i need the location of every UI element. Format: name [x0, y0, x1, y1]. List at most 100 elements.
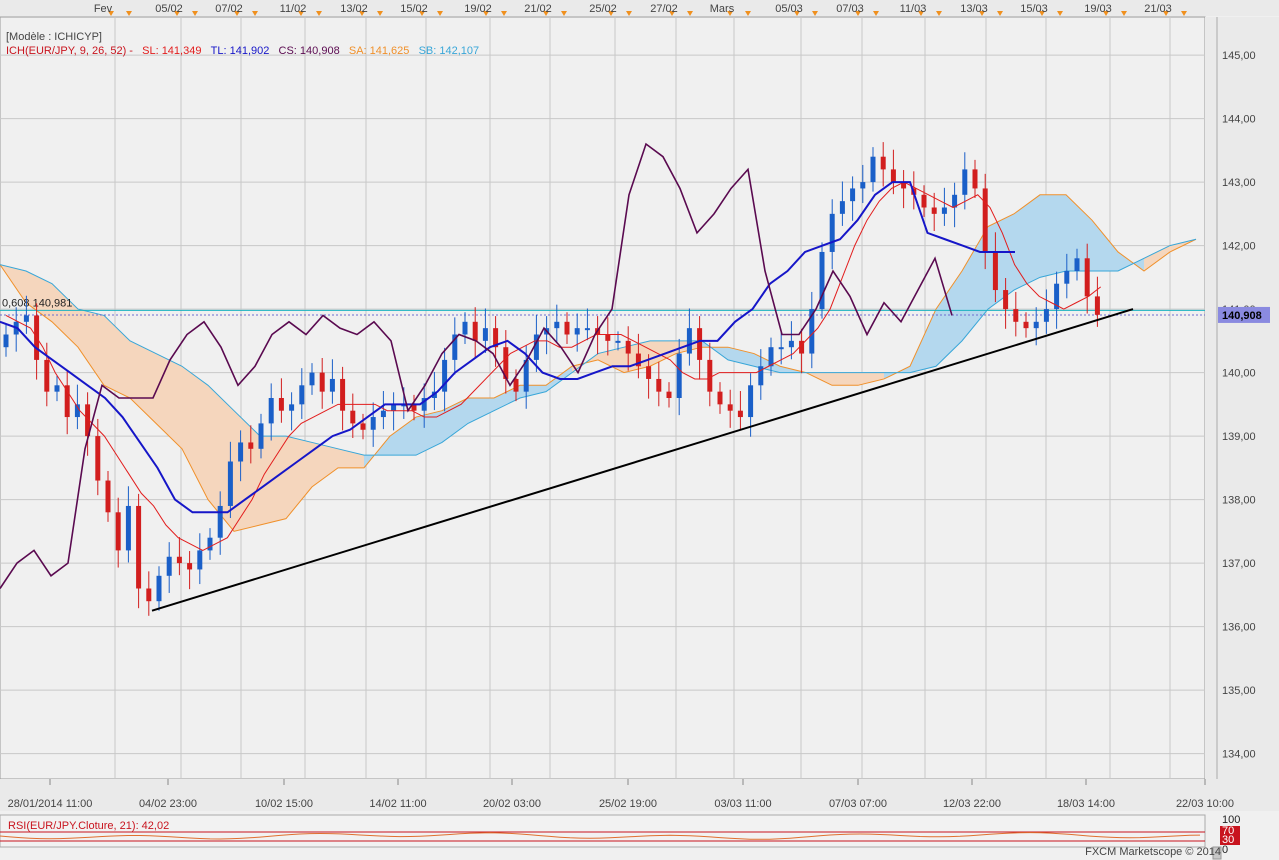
- candle-body: [962, 169, 968, 195]
- candle-body: [1033, 321, 1039, 329]
- candle-body: [697, 328, 703, 360]
- candle-body: [258, 423, 264, 449]
- candle-body: [676, 353, 682, 398]
- bottom-date-label: 22/03 10:00: [1176, 798, 1234, 810]
- bottom-date-label: 20/02 03:00: [483, 798, 541, 810]
- candle-body: [1003, 290, 1009, 310]
- candle-body: [707, 359, 713, 392]
- bottom-date-label: 25/02 19:00: [599, 798, 657, 810]
- sa-value: SA: 141,625: [348, 45, 410, 57]
- price-tick-label: 144,00: [1222, 114, 1256, 126]
- candle-body: [615, 340, 621, 343]
- top-date-label: 11/03: [900, 3, 927, 15]
- candle-body: [309, 372, 315, 386]
- top-date-label: 13/02: [340, 3, 368, 15]
- candle-body: [1023, 321, 1029, 329]
- price-tick-label: 134,00: [1222, 749, 1256, 761]
- candle-body: [187, 563, 193, 570]
- tl-value: TL: 141,902: [210, 45, 270, 57]
- candle-body: [554, 321, 560, 329]
- candle-body: [686, 328, 692, 354]
- top-date-label: 21/03: [1144, 3, 1172, 15]
- candle-body: [625, 340, 631, 354]
- candle-body: [23, 315, 29, 322]
- candle-body: [95, 436, 101, 481]
- price-tick-label: 142,00: [1222, 241, 1256, 253]
- candle-body: [197, 550, 203, 570]
- top-date-label: 07/03: [836, 3, 864, 15]
- candle-body: [921, 194, 927, 208]
- candle-body: [462, 321, 468, 335]
- candle-body: [289, 404, 295, 411]
- price-tag-label: 140,908: [1222, 310, 1262, 322]
- candle-body: [217, 505, 223, 538]
- candle-body: [207, 537, 213, 551]
- candle-body: [472, 321, 478, 341]
- candle-body: [482, 328, 488, 341]
- top-date-label: 13/03: [960, 3, 988, 15]
- price-tick-label: 139,00: [1222, 431, 1256, 443]
- top-date-label: 19/03: [1084, 3, 1112, 15]
- candle-body: [176, 556, 182, 564]
- candle-body: [727, 404, 733, 411]
- candle-body: [768, 347, 774, 367]
- top-date-label: 07/02: [215, 3, 243, 15]
- top-date-label: Fev: [94, 3, 113, 15]
- candle-body: [166, 556, 172, 576]
- candle-body: [574, 328, 580, 335]
- candle-body: [880, 156, 886, 170]
- bottom-date-label: 03/03 11:00: [714, 798, 771, 810]
- bottom-date-label: 14/02 11:00: [369, 798, 426, 810]
- candle-body: [1094, 296, 1100, 315]
- rsi-label: RSI(EUR/JPY.Cloture, 21): 42,02: [8, 820, 170, 832]
- rsi-tick-label: 0: [1222, 844, 1228, 856]
- rsi-panel: [0, 814, 1206, 848]
- indicator-legend: ICH(EUR/JPY, 9, 26, 52) - SL: 141,349 TL…: [6, 45, 479, 57]
- candle-body: [350, 410, 356, 424]
- candle-body: [666, 391, 672, 398]
- bottom-date-label: 10/02 15:00: [255, 798, 313, 810]
- top-date-label: 25/02: [589, 3, 617, 15]
- indicator-name: ICH(EUR/JPY, 9, 26, 52) -: [6, 45, 133, 57]
- candle-body: [370, 417, 376, 430]
- price-tick-label: 138,00: [1222, 495, 1256, 507]
- candle-body: [656, 378, 662, 392]
- candle-body: [1013, 309, 1019, 322]
- candle-body: [646, 366, 652, 379]
- cloud-segment: [260, 436, 286, 525]
- price-axis[interactable]: [1205, 17, 1279, 779]
- top-date-label: 19/02: [464, 3, 492, 15]
- candle-body: [1064, 271, 1070, 284]
- candle-body: [982, 188, 988, 252]
- candle-body: [1043, 309, 1049, 322]
- last-price-tag: 140,908: [1218, 306, 1270, 323]
- price-tick-label: 135,00: [1222, 685, 1256, 697]
- candle-body: [44, 359, 50, 392]
- cloud-segment: [832, 372, 858, 386]
- candle-body: [788, 340, 794, 348]
- bottom-date-label: 07/03 07:00: [829, 798, 887, 810]
- candle-body: [248, 442, 254, 449]
- candle-body: [278, 398, 284, 411]
- candle-body: [64, 385, 70, 418]
- top-date-label: 05/02: [155, 3, 183, 15]
- candle-body: [146, 588, 152, 602]
- price-tick-label: 137,00: [1222, 558, 1256, 570]
- candle-body: [3, 334, 9, 348]
- top-date-label: 27/02: [650, 3, 678, 15]
- price-tick-label: 145,00: [1222, 50, 1256, 62]
- candle-body: [584, 328, 590, 331]
- level-label: 0,608 140,981: [2, 297, 72, 309]
- candle-body: [115, 512, 121, 551]
- rsi-axis: 10070300: [1220, 814, 1240, 856]
- candle-body: [299, 385, 305, 405]
- candle-body: [564, 321, 570, 335]
- candle-body: [748, 385, 754, 418]
- top-date-label: 21/02: [524, 3, 552, 15]
- candle-body: [1074, 258, 1080, 271]
- candle-body: [319, 372, 325, 392]
- candle-body: [340, 378, 346, 411]
- candle-body: [136, 505, 142, 589]
- price-tick-label: 140,00: [1222, 368, 1256, 380]
- candle-body: [941, 207, 947, 214]
